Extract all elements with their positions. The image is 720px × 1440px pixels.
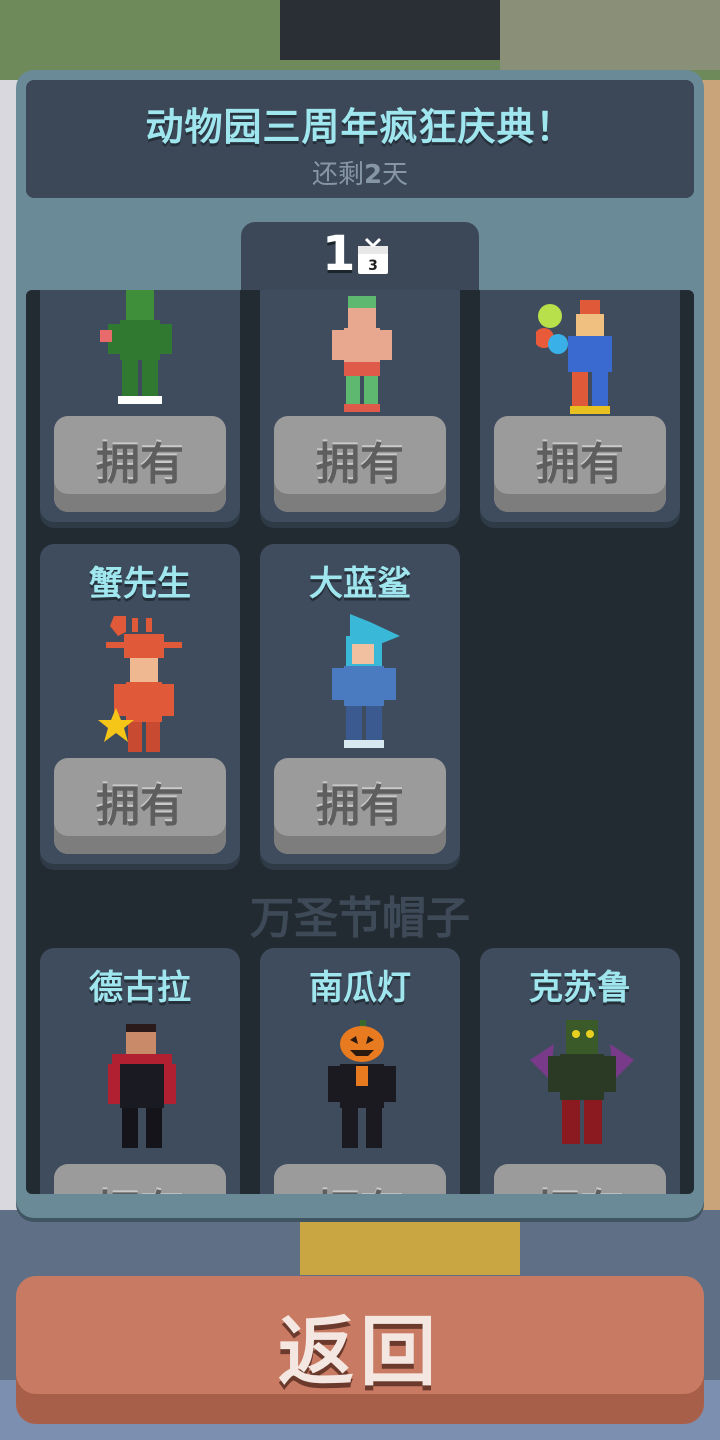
section-title-halloween-hats: 万圣节帽子 bbox=[250, 893, 470, 944]
own-button[interactable]: 拥有 bbox=[54, 416, 226, 512]
skin-name: 大蓝鲨 bbox=[309, 564, 411, 604]
skin-card-big-blue-shark[interactable]: 大蓝鲨 拥有 bbox=[260, 544, 460, 864]
skin-card[interactable]: 拥有 bbox=[40, 290, 240, 522]
return-label: 返回 bbox=[278, 1307, 442, 1396]
return-button[interactable]: 返回 bbox=[16, 1276, 704, 1424]
skin-card[interactable]: 拥有 bbox=[260, 290, 460, 522]
own-button[interactable]: 拥有 bbox=[54, 1164, 226, 1194]
skin-card[interactable]: 拥有 bbox=[480, 290, 680, 522]
gift-calendar-icon: 3 bbox=[358, 237, 388, 274]
skin-card-cthulhu[interactable]: 克苏鲁 拥有 bbox=[480, 948, 680, 1194]
skin-name: 南瓜灯 bbox=[309, 968, 411, 1008]
skin-card-pumpkin-lantern[interactable]: 南瓜灯 拥有 bbox=[260, 948, 460, 1194]
own-button[interactable]: 拥有 bbox=[274, 416, 446, 512]
crab-costume-figure bbox=[98, 616, 182, 752]
own-button[interactable]: 拥有 bbox=[274, 758, 446, 854]
own-button[interactable]: 拥有 bbox=[54, 758, 226, 854]
clown-figure bbox=[536, 300, 612, 414]
skin-list[interactable]: 拥有 拥有 拥有 蟹先生 拥有 大蓝鲨 拥有 万圣节帽子 德古拉 南瓜灯 克苏鲁 bbox=[26, 290, 694, 1194]
countdown-prefix: 还剩 bbox=[311, 160, 364, 190]
event-countdown: 还剩2天 bbox=[0, 154, 720, 191]
skin-name: 德古拉 bbox=[89, 968, 191, 1008]
own-button[interactable]: 拥有 bbox=[494, 1164, 666, 1194]
boxer-figure bbox=[332, 296, 392, 412]
tab-number: 1 bbox=[322, 226, 356, 282]
skin-card-dracula[interactable]: 德古拉 拥有 bbox=[40, 948, 240, 1194]
own-button[interactable]: 拥有 bbox=[494, 416, 666, 512]
skin-name: 克苏鲁 bbox=[529, 968, 631, 1008]
shark-costume-figure bbox=[332, 614, 400, 748]
skin-card-mr-crab[interactable]: 蟹先生 拥有 bbox=[40, 544, 240, 864]
pumpkin-head-figure bbox=[328, 1020, 396, 1148]
skin-name: 蟹先生 bbox=[89, 564, 191, 604]
dinosaur-costume-figure bbox=[100, 290, 172, 404]
dracula-figure bbox=[108, 1024, 176, 1148]
countdown-value: 2 bbox=[363, 160, 383, 190]
countdown-suffix: 天 bbox=[382, 160, 409, 190]
own-button[interactable]: 拥有 bbox=[274, 1164, 446, 1194]
gift-day: 3 bbox=[368, 258, 378, 274]
cthulhu-figure bbox=[530, 1020, 634, 1144]
event-title: 动物园三周年疯狂庆典！ bbox=[145, 105, 575, 149]
